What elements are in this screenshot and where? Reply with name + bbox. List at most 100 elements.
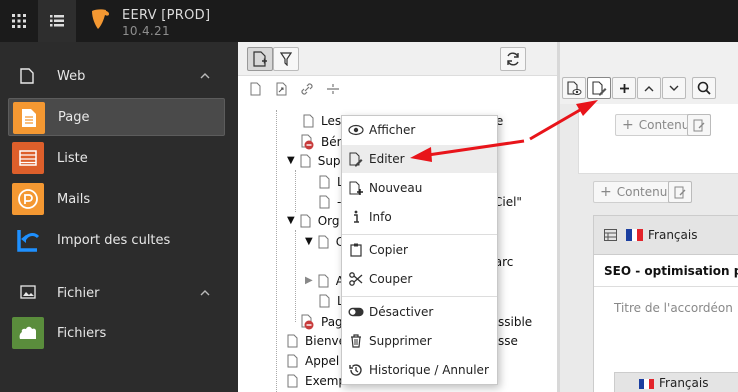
expanded-triangle-icon[interactable]: ▼	[287, 215, 295, 226]
menu-divider	[342, 296, 497, 297]
menu-item-label: Editer	[369, 152, 405, 166]
typo3-logo-icon	[92, 9, 109, 29]
sidebar-item-label: Fichiers	[57, 325, 107, 341]
table-icon	[604, 229, 617, 241]
language-column-header: Français	[614, 372, 738, 392]
expanded-triangle-icon[interactable]: ▼	[305, 236, 313, 247]
filter-button[interactable]	[273, 47, 299, 71]
shortcut-page-icon[interactable]	[276, 82, 288, 96]
sidebar-group-fichier[interactable]: Fichier	[0, 275, 238, 311]
app-title: EERV [PROD]	[122, 8, 211, 23]
files-module-icon	[12, 317, 44, 349]
page-icon[interactable]	[250, 82, 261, 96]
menu-item-label: Historique / Annuler	[369, 363, 489, 377]
sidebar-item-liste[interactable]: Liste	[8, 139, 225, 177]
tree-node[interactable]: Pag	[301, 311, 343, 332]
chevron-down-icon	[669, 85, 679, 91]
tree-node-label-tail: sse	[498, 333, 518, 348]
separator-icon[interactable]	[326, 83, 340, 95]
tree-node[interactable]: ▼ Org	[287, 210, 340, 231]
page-icon	[319, 294, 330, 307]
tree-node[interactable]: ▼ C	[305, 231, 344, 252]
sidebar-item-page[interactable]: Page	[8, 98, 225, 136]
tree-node[interactable]: Exempl	[287, 370, 349, 391]
sidebar-item-fichiers[interactable]: Fichiers	[8, 314, 225, 352]
tree-node-label: Sup	[317, 153, 341, 168]
trash-icon	[348, 333, 364, 349]
import-arrow-icon	[12, 224, 44, 256]
menu-item-copier[interactable]: Copier	[342, 236, 497, 264]
menu-item-couper[interactable]: Couper	[342, 265, 497, 293]
top-bar: EERV [PROD] 10.4.21	[0, 0, 738, 42]
page-icon	[318, 274, 329, 287]
page-tree-toolbar	[238, 42, 557, 76]
page-icon	[318, 235, 329, 248]
content-element-title: SEO - optimisation p	[604, 264, 738, 278]
accordion-title-field[interactable]: Titre de l'accordéon	[614, 301, 733, 315]
tree-node[interactable]: ▶ A	[305, 270, 344, 291]
page-icon	[300, 154, 311, 167]
menu-item-info[interactable]: Info	[342, 203, 497, 231]
page-disabled-icon	[301, 134, 314, 149]
menu-item-historique[interactable]: Historique / Annuler	[342, 356, 497, 384]
view-page-icon	[566, 80, 581, 95]
menu-item-label: Supprimer	[369, 334, 432, 348]
refresh-icon	[507, 52, 519, 66]
collapsed-triangle-icon[interactable]: ▶	[305, 275, 313, 286]
menu-item-nouveau[interactable]: Nouveau	[342, 174, 497, 202]
edit-page-icon	[591, 80, 606, 95]
sidebar-item-import-des-cultes[interactable]: Import des cultes	[8, 221, 225, 259]
chevron-up-icon	[644, 85, 654, 91]
file-icon	[20, 68, 34, 84]
app-grid-button[interactable]	[0, 0, 38, 42]
menu-item-editer[interactable]: Editer	[342, 145, 497, 173]
app-grid-icon	[12, 14, 26, 28]
sidebar-group-label: Web	[57, 68, 86, 84]
page-icon	[287, 374, 298, 387]
page-icon	[319, 175, 330, 188]
new-page-button[interactable]	[247, 47, 273, 71]
menu-item-afficher[interactable]: Afficher	[342, 116, 497, 144]
paste-button[interactable]	[668, 181, 692, 203]
content-docheader	[560, 76, 738, 104]
image-icon	[20, 285, 36, 299]
tree-drag-items	[238, 76, 557, 104]
tree-node[interactable]: L	[319, 171, 344, 192]
language-column-header: Français	[593, 215, 738, 255]
tree-node[interactable]: Appel	[287, 350, 339, 371]
tree-node[interactable]: Bienve	[287, 330, 346, 351]
tree-node[interactable]: Bén	[301, 131, 344, 152]
search-button[interactable]	[692, 77, 716, 99]
menu-item-label: Couper	[369, 272, 413, 286]
sidebar-item-mails[interactable]: Mails	[8, 180, 225, 218]
menu-divider	[342, 234, 497, 235]
sidebar-group-web[interactable]: Web	[0, 58, 238, 94]
tree-node-label: Pag	[321, 314, 343, 329]
list-toggle-button[interactable]	[38, 0, 76, 42]
link-icon[interactable]	[300, 82, 314, 96]
menu-item-desactiver[interactable]: Désactiver	[342, 298, 497, 326]
search-icon	[697, 81, 711, 95]
move-up-button[interactable]	[637, 77, 661, 99]
new-content-button[interactable]	[612, 77, 636, 99]
tree-node-label: Org	[317, 213, 340, 228]
expanded-triangle-icon[interactable]: ▼	[287, 155, 295, 166]
tree-node[interactable]: L	[319, 290, 344, 311]
paste-icon	[674, 186, 685, 198]
paste-button[interactable]	[687, 114, 711, 136]
menu-item-supprimer[interactable]: Supprimer	[342, 327, 497, 355]
sidebar-item-label: Liste	[57, 150, 88, 166]
view-page-button[interactable]	[562, 77, 586, 99]
sidebar-item-label: Mails	[57, 191, 91, 207]
plus-icon: +	[622, 117, 634, 133]
menu-item-label: Afficher	[369, 123, 416, 137]
toggle-icon	[348, 304, 364, 320]
content-element[interactable]: SEO - optimisation p Titre de l'accordéo…	[593, 255, 738, 392]
move-down-button[interactable]	[662, 77, 686, 99]
tree-node[interactable]: ▼ Sup	[287, 150, 341, 171]
page-icon	[319, 195, 330, 208]
tree-node[interactable]: Les	[303, 110, 341, 131]
refresh-button[interactable]	[500, 47, 526, 71]
edit-page-button[interactable]	[587, 77, 611, 99]
tree-node[interactable]: -	[319, 191, 341, 212]
